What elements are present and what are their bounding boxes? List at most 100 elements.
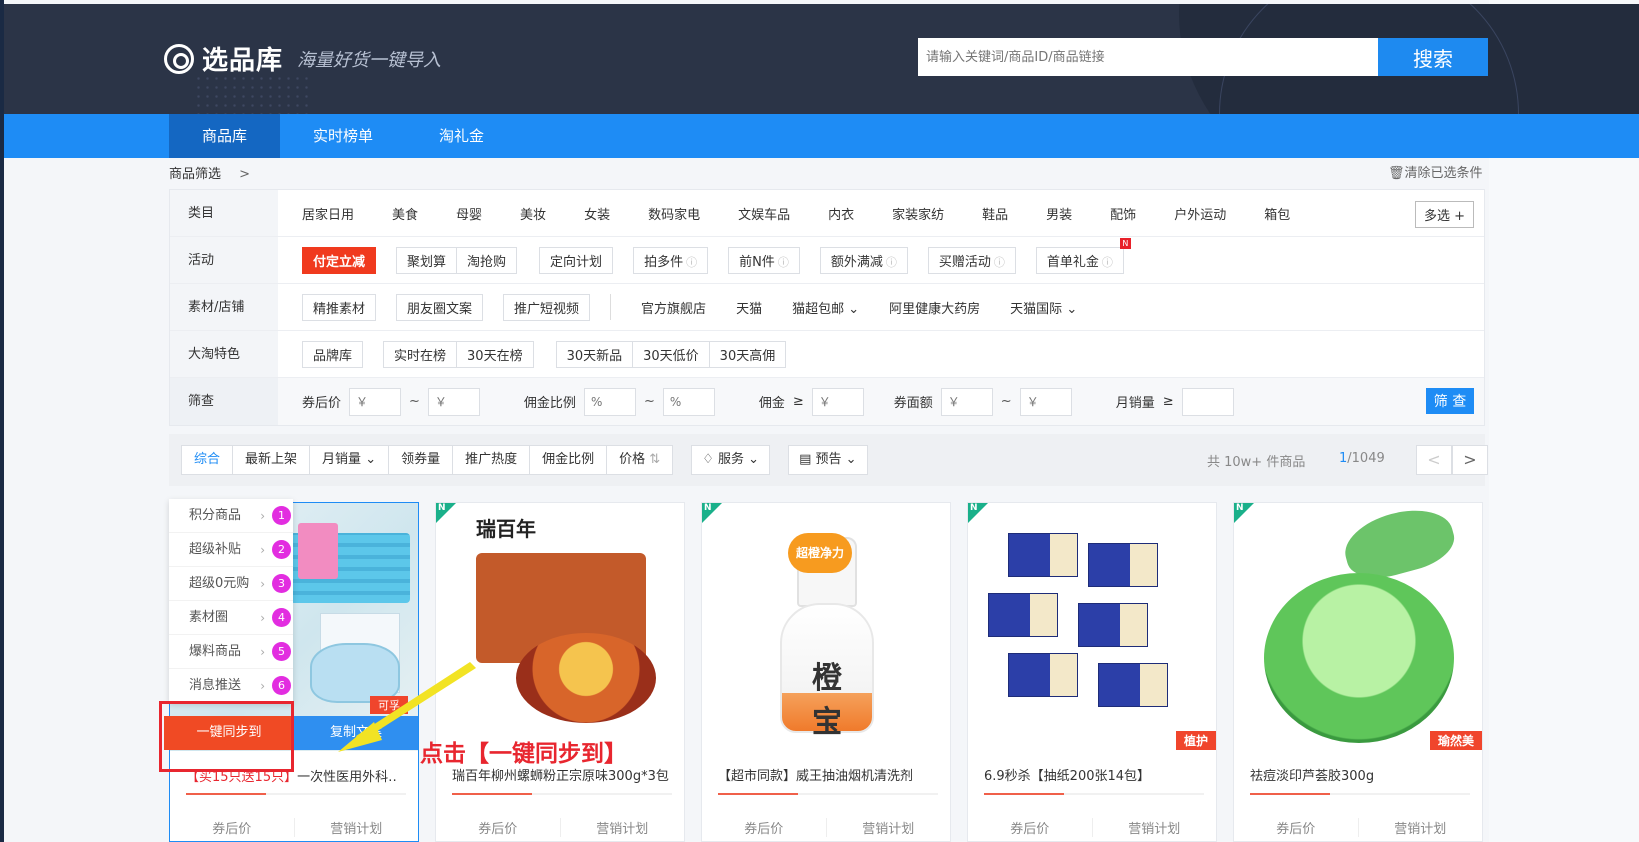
sort-comprehensive[interactable]: 综合 xyxy=(181,445,233,475)
price-max-input[interactable] xyxy=(427,387,480,416)
activity-tag[interactable]: 付定立减 xyxy=(302,246,377,274)
card-footer: 券后价 营销计划 xyxy=(1234,818,1482,837)
marketing-plan-link[interactable]: 营销计划 xyxy=(1093,818,1217,837)
coupon-min-input[interactable] xyxy=(940,387,993,416)
marketing-plan-link[interactable]: 营销计划 xyxy=(1359,818,1483,837)
product-card[interactable]: 超橙净力 橙宝 N 【超市同款】威王抽油烟机清洗剂 券后价 营销计划 xyxy=(701,502,951,842)
sync-menu-item[interactable]: 消息推送 › 6 xyxy=(169,669,293,703)
info-icon: ⓘ xyxy=(777,255,789,269)
category-item[interactable]: 户外运动 xyxy=(1174,204,1226,223)
product-image xyxy=(968,503,1216,751)
commission-rate-min-input[interactable] xyxy=(583,387,636,416)
store-filter[interactable]: 猫超包邮 ⌄ xyxy=(792,298,859,317)
sync-menu-item[interactable]: 超级0元购 › 3 xyxy=(169,567,293,601)
sync-menu-item[interactable]: 积分商品 › 1 xyxy=(169,499,293,533)
category-item[interactable]: 数码家电 xyxy=(648,204,700,223)
material-tag[interactable]: 朋友圈文案 xyxy=(396,293,484,321)
nav-item-realtime-rank[interactable]: 实时榜单 xyxy=(280,114,406,158)
category-item[interactable]: 箱包 xyxy=(1264,204,1290,223)
category-item[interactable]: 母婴 xyxy=(456,204,482,223)
sift-button[interactable]: 筛 查 xyxy=(1426,388,1474,414)
one-click-sync-button[interactable]: 一键同步到 xyxy=(164,716,294,750)
category-item[interactable]: 配饰 xyxy=(1110,204,1136,223)
category-item[interactable]: 居家日用 xyxy=(302,204,354,223)
commission-min-input[interactable] xyxy=(811,387,864,416)
activity-tag[interactable]: 买赠活动 ⓘ xyxy=(927,246,1016,274)
category-item[interactable]: 美食 xyxy=(392,204,418,223)
product-title[interactable]: 【买15只送15只】一次性医用外科… xyxy=(186,766,396,785)
activity-tag[interactable]: 定向计划 xyxy=(539,246,614,274)
sort-popularity[interactable]: 推广热度 xyxy=(452,445,530,475)
commission-rate-max-input[interactable] xyxy=(662,387,715,416)
material-tag[interactable]: 精推素材 xyxy=(302,293,377,321)
progress-line xyxy=(452,793,672,795)
nav-item-product-library[interactable]: 商品库 xyxy=(169,114,281,158)
product-title[interactable]: 6.9秒杀【抽纸200张14包】 xyxy=(984,765,1204,784)
feature-tag[interactable]: 30天高佣 xyxy=(708,340,787,368)
activity-tag[interactable]: 聚划算 xyxy=(396,246,457,274)
sync-menu-item[interactable]: 超级补贴 › 2 xyxy=(169,533,293,567)
nav-item-taolijin[interactable]: 淘礼金 xyxy=(406,114,517,158)
monthly-sales-input[interactable] xyxy=(1181,387,1234,416)
service-dropdown[interactable]: ♢ 服务 ⌄ xyxy=(691,445,771,475)
next-page-button[interactable]: > xyxy=(1452,445,1488,475)
chevron-right-icon: > xyxy=(239,167,251,182)
activity-tag[interactable]: 淘抢购 xyxy=(456,246,518,274)
feature-tag[interactable]: 30天新品 xyxy=(555,340,633,368)
category-item[interactable]: 男装 xyxy=(1046,204,1072,223)
marketing-plan-link[interactable]: 营销计划 xyxy=(295,818,419,837)
step-number-badge: 1 xyxy=(272,506,291,525)
feature-tag[interactable]: 30天在榜 xyxy=(456,340,534,368)
product-card[interactable]: N 瑜然美 祛痘淡印芦荟胶300g 券后价 营销计划 xyxy=(1233,502,1483,842)
sync-menu-item[interactable]: 素材圈 › 4 xyxy=(169,601,293,635)
tissue-pack xyxy=(1088,543,1158,587)
sync-menu-item[interactable]: 爆料商品 › 5 xyxy=(169,635,293,669)
category-item[interactable]: 美妆 xyxy=(520,204,546,223)
tissue-pack xyxy=(1008,533,1078,577)
activity-tag[interactable]: 首单礼金 ⓘ N xyxy=(1035,237,1131,274)
store-filter[interactable]: 官方旗舰店 xyxy=(641,298,706,317)
search-button[interactable]: 搜索 xyxy=(1378,38,1488,76)
filter-row-material: 素材/店铺 精推素材 朋友圈文案 推广短视频 官方旗舰店 天猫 猫超包邮 ⌄ 阿… xyxy=(170,284,1484,331)
calendar-icon: ▤ xyxy=(799,452,812,467)
logo-icon xyxy=(164,43,194,74)
product-title[interactable]: 【超市同款】威王抽油烟机清洗剂 xyxy=(718,765,938,784)
product-card[interactable]: N 植护 6.9秒杀【抽纸200张14包】 券后价 营销计划 xyxy=(967,502,1217,842)
info-icon: ⓘ xyxy=(686,255,698,269)
clear-filters-button[interactable]: 🗑清除已选条件 xyxy=(1388,162,1483,181)
card-footer: 券后价 营销计划 xyxy=(702,818,950,837)
prev-page-button[interactable]: < xyxy=(1416,445,1452,475)
price-min-input[interactable] xyxy=(349,387,402,416)
feature-tag[interactable]: 实时在榜 xyxy=(383,340,457,368)
marketing-plan-link[interactable]: 营销计划 xyxy=(827,818,951,837)
marketing-plan-link[interactable]: 营销计划 xyxy=(561,818,685,837)
sort-newest[interactable]: 最新上架 xyxy=(232,445,310,475)
feature-tag[interactable]: 品牌库 xyxy=(302,340,364,368)
sort-price[interactable]: 价格 ⇅ xyxy=(606,445,674,475)
category-item[interactable]: 女装 xyxy=(584,204,610,223)
sort-commission-rate[interactable]: 佣金比例 xyxy=(529,445,607,475)
product-title[interactable]: 祛痘淡印芦荟胶300g xyxy=(1250,765,1470,784)
activity-tag[interactable]: 拍多件 ⓘ xyxy=(633,246,709,274)
sort-monthly-sales[interactable]: 月销量 ⌄ xyxy=(309,445,389,475)
activity-tag-label: 额外满减 xyxy=(830,254,883,270)
material-tag[interactable]: 推广短视频 xyxy=(503,293,591,321)
activity-tag[interactable]: 前N件 ⓘ xyxy=(728,246,800,274)
chevron-right-icon: › xyxy=(260,509,265,523)
search-input[interactable] xyxy=(918,38,1378,76)
category-item[interactable]: 文娱车品 xyxy=(738,204,790,223)
category-item[interactable]: 鞋品 xyxy=(982,204,1008,223)
feature-tag[interactable]: 30天低价 xyxy=(632,340,709,368)
category-item[interactable]: 家装家纺 xyxy=(892,204,944,223)
store-filter[interactable]: 天猫 xyxy=(736,298,762,317)
category-item[interactable]: 内衣 xyxy=(828,204,854,223)
multi-select-button[interactable]: 多选 + xyxy=(1414,201,1474,228)
sort-coupon-count[interactable]: 领券量 xyxy=(388,445,453,475)
logo[interactable]: 选品库 海量好货一键导入 xyxy=(164,40,441,77)
info-icon: ⓘ xyxy=(993,255,1005,269)
activity-tag[interactable]: 额外满减 ⓘ xyxy=(819,246,908,274)
store-filter[interactable]: 天猫国际 ⌄ xyxy=(1010,298,1077,317)
store-filter[interactable]: 阿里健康大药房 xyxy=(889,298,980,317)
presale-dropdown[interactable]: ▤ 预告 ⌄ xyxy=(788,445,868,475)
coupon-max-input[interactable] xyxy=(1019,387,1072,416)
